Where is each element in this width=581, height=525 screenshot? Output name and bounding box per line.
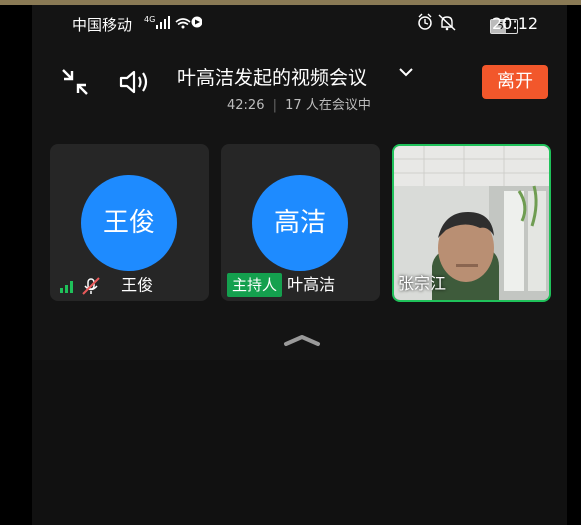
network-type-label: 4G	[144, 15, 155, 24]
participant-video-tile[interactable]: 张宗江	[392, 144, 551, 302]
meeting-title[interactable]: 叶高洁发起的视频会议	[177, 63, 367, 90]
shrink-window-icon[interactable]	[60, 67, 90, 97]
participant-name: 叶高洁	[287, 275, 336, 294]
speaker-icon[interactable]	[118, 67, 152, 97]
participant-name: 王俊	[121, 275, 154, 295]
meeting-screen: 中国移动 4G 57 20:12 叶高洁发起的视频会议 42:26 | 17 人…	[32, 5, 567, 525]
avatar: 高洁	[252, 175, 348, 271]
chevron-down-icon[interactable]	[398, 65, 414, 79]
signal-strength-icon	[60, 280, 73, 293]
status-icons	[60, 276, 100, 295]
tile-footer: 主持人 叶高洁	[221, 273, 380, 297]
clock: 20:12	[492, 14, 539, 33]
mic-muted-icon	[82, 276, 100, 295]
info-divider: |	[272, 98, 277, 113]
avatar: 王俊	[81, 175, 177, 271]
meeting-duration: 42:26	[227, 98, 265, 113]
status-bar: 中国移动 4G 57 20:12	[32, 5, 567, 41]
bottom-panel	[32, 360, 567, 525]
participant-tile[interactable]: 高洁 主持人 叶高洁	[221, 144, 380, 301]
signal-icons: 4G	[144, 14, 203, 34]
collapse-handle-icon[interactable]	[282, 333, 322, 347]
tile-footer: 王俊	[50, 273, 209, 297]
carrier-label: 中国移动	[72, 16, 133, 34]
participant-name: 张宗江	[398, 274, 447, 293]
cellular-signal-icon: 4G	[144, 15, 203, 29]
participant-count: 17 人在会议中	[285, 98, 371, 113]
participant-tile[interactable]: 王俊 王俊	[50, 144, 209, 301]
alarm-and-mute-icons	[418, 13, 456, 31]
leave-button[interactable]: 离开	[482, 65, 548, 99]
host-badge: 主持人	[227, 273, 283, 297]
meeting-info: 42:26 | 17 人在会议中	[227, 94, 371, 113]
